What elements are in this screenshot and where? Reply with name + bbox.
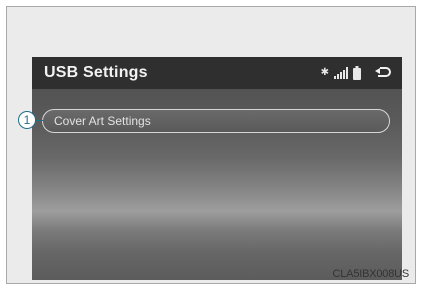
cover-art-settings-label: Cover Art Settings [54,114,151,128]
back-arrow-icon[interactable] [374,66,392,80]
image-code: CLA5IBX008US [332,268,410,280]
bluetooth-icon: ✱ [320,67,329,78]
signal-icon [334,67,348,79]
callout-number: 1 [18,111,36,129]
status-bar: ✱ [321,65,392,81]
figure-frame: USB Settings ✱ Cover Art Settings 1 CLA5… [6,6,416,284]
title-bar: USB Settings ✱ [32,57,402,89]
cover-art-settings-button[interactable]: Cover Art Settings [42,109,390,133]
battery-icon [353,66,361,80]
display-screen: USB Settings ✱ Cover Art Settings [32,57,402,280]
page-title: USB Settings [44,64,148,81]
callout-line [36,120,44,121]
